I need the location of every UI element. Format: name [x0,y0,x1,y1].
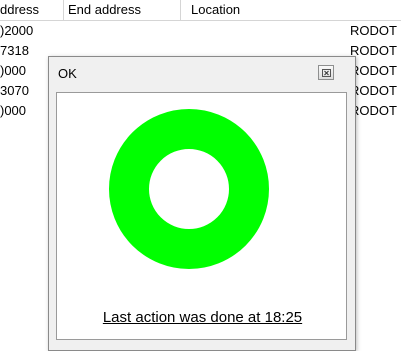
close-button[interactable] [318,65,334,80]
location-cell-text: RODOT [350,83,397,98]
dialog-content-panel: Last action was done at 18:25 [56,92,347,340]
status-ring-icon [109,109,269,269]
column-header-location[interactable]: Location [181,0,401,20]
close-icon [321,68,331,77]
start-address-cell: )000 [0,63,27,78]
start-address-cell: )000 [0,103,27,118]
location-cell-text: RODOT [350,63,397,78]
table-row[interactable]: )2000 RODOT [0,22,401,40]
list-header: ddress End address Location [0,0,401,21]
start-address-cell: 7318 [0,43,29,58]
location-cell-text: RODOT [350,23,397,38]
location-cell-text: RODOT [350,43,397,58]
location-cell-text: RODOT [350,103,397,118]
ok-dialog: OK Last action was done at 18:25 [48,56,356,351]
column-header-end-address[interactable]: End address [64,0,181,20]
dialog-title: OK [58,66,77,81]
status-ring [109,109,269,269]
column-header-start-address[interactable]: ddress [0,0,64,20]
last-action-text: Last action was done at 18:25 [102,309,303,326]
start-address-cell: 3070 [0,83,29,98]
start-address-cell: )2000 [0,23,34,38]
